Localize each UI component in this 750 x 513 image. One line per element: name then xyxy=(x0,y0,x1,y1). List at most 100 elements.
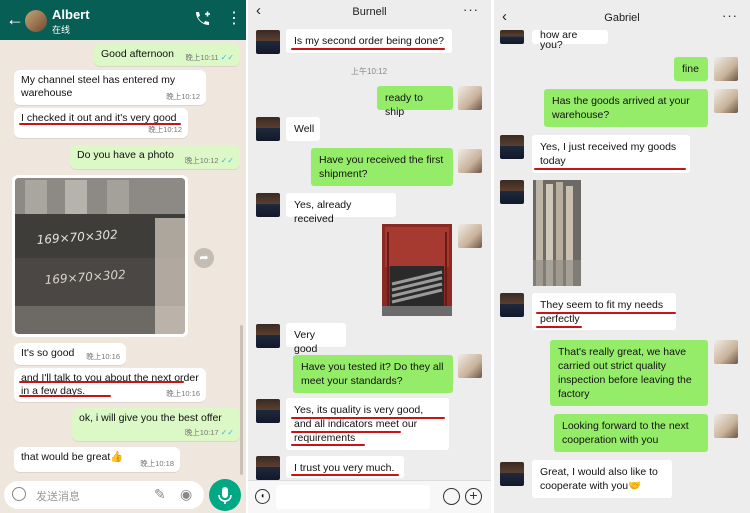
plus-icon[interactable]: + xyxy=(465,488,482,505)
input-bar: ◖ + xyxy=(248,480,491,513)
message-bubble: Very good xyxy=(286,323,346,355)
goods-photo[interactable] xyxy=(533,180,581,286)
photo-message[interactable]: 169×70×302 169×70×302 xyxy=(12,175,188,337)
wechat-chat-panel-burnell: ‹ Burnell ··· Is my second order being d… xyxy=(248,0,491,513)
highlight-underline xyxy=(534,168,686,170)
input-placeholder: 发送消息 xyxy=(36,491,80,503)
chat-header: ‹ Gabriel ··· xyxy=(494,0,750,30)
avatar[interactable] xyxy=(500,180,524,204)
avatar[interactable] xyxy=(256,193,280,217)
message-bubble: That's really great, we have carried out… xyxy=(550,340,708,406)
avatar[interactable] xyxy=(500,30,524,44)
message-bubble: Have you received the first shipment? xyxy=(311,148,453,186)
message-bubble: Good afternoon 晚上10:11 ✓✓ xyxy=(94,44,240,66)
highlight-underline xyxy=(291,48,445,50)
avatar[interactable] xyxy=(256,456,280,480)
chat-title: Gabriel xyxy=(604,12,640,24)
avatar[interactable] xyxy=(25,10,47,32)
message-bubble: Has the goods arrived at your warehouse? xyxy=(544,89,708,127)
avatar[interactable] xyxy=(500,135,524,159)
message-bubble: Well xyxy=(286,117,320,141)
wechat-chat-panel-gabriel: ‹ Gabriel ··· how are you? fine Has the … xyxy=(494,0,750,513)
avatar[interactable] xyxy=(256,399,280,423)
more-menu-icon[interactable]: ⋮ xyxy=(226,11,242,27)
message-text: It's so good xyxy=(21,347,75,359)
message-bubble: It's so good 晚上10:16 xyxy=(14,343,126,365)
steel-photo[interactable]: 169×70×302 169×70×302 xyxy=(15,178,185,334)
message-bubble: ready to ship xyxy=(377,86,453,118)
avatar[interactable] xyxy=(714,414,738,438)
avatar[interactable] xyxy=(714,57,738,81)
message-bubble: Looking forward to the next cooperation … xyxy=(554,414,708,452)
message-bubble: how are you? xyxy=(532,30,608,50)
timestamp: 上午10:12 xyxy=(351,67,388,76)
message-text: Do you have a photo xyxy=(77,149,174,161)
highlight-underline xyxy=(19,381,184,383)
read-receipt-icon: ✓✓ xyxy=(220,156,234,165)
message-bubble: Do you have a photo 晚上10:12 ✓✓ xyxy=(70,145,240,169)
message-input[interactable]: 发送消息 ✎ ◉ xyxy=(4,481,204,509)
message-time: 晚上10:17 ✓✓ xyxy=(184,428,234,437)
message-text: ok, i will give you the best offer xyxy=(79,412,222,424)
avatar[interactable] xyxy=(256,324,280,348)
scrollbar[interactable] xyxy=(240,325,243,475)
message-text: My channel steel has entered my warehous… xyxy=(21,74,176,99)
avatar[interactable] xyxy=(500,462,524,486)
message-bubble: that would be great👍 晚上10:18 xyxy=(14,447,180,472)
message-input[interactable] xyxy=(276,485,430,509)
avatar[interactable] xyxy=(458,149,482,173)
read-receipt-icon: ✓✓ xyxy=(220,53,234,62)
contact-name[interactable]: Albert xyxy=(52,7,90,22)
chat-title: Burnell xyxy=(352,6,387,18)
highlight-underline xyxy=(291,431,401,433)
highlight-underline xyxy=(19,395,111,397)
message-time: 晚上10:16 xyxy=(166,389,200,398)
chat-header: ← Albert 在线 ⋮ xyxy=(0,0,246,40)
avatar[interactable] xyxy=(500,293,524,317)
highlight-underline xyxy=(19,123,181,125)
message-text: Good afternoon xyxy=(101,48,174,60)
message-bubble: ok, i will give you the best offer 晚上10:… xyxy=(72,408,240,441)
highlight-underline xyxy=(536,312,676,314)
message-bubble: Great, I would also like to cooperate wi… xyxy=(532,460,672,498)
highlight-underline xyxy=(536,326,582,328)
forward-icon[interactable]: ➦ xyxy=(194,248,214,268)
mic-icon xyxy=(218,487,232,504)
message-time: 晚上10:12 ✓✓ xyxy=(184,156,234,165)
shipment-photo[interactable] xyxy=(382,224,452,316)
voice-icon[interactable]: ◖ xyxy=(255,489,270,504)
avatar[interactable] xyxy=(458,354,482,378)
message-bubble: Have you tested it? Do they all meet you… xyxy=(293,355,453,393)
message-bubble: fine xyxy=(674,57,708,81)
highlight-underline xyxy=(291,474,399,476)
message-bubble: My channel steel has entered my warehous… xyxy=(14,70,206,105)
avatar[interactable] xyxy=(256,30,280,54)
more-icon[interactable]: ··· xyxy=(463,2,479,17)
online-status: 在线 xyxy=(52,25,71,35)
highlight-underline xyxy=(291,444,365,446)
back-arrow-icon[interactable]: ← xyxy=(6,9,24,29)
avatar[interactable] xyxy=(458,224,482,248)
attach-icon[interactable]: ✎ xyxy=(154,486,166,503)
message-time: 晚上10:18 xyxy=(140,459,174,468)
emoji-icon[interactable] xyxy=(443,488,460,505)
avatar[interactable] xyxy=(714,340,738,364)
message-bubble: Yes, its quality is very good, and all i… xyxy=(286,398,449,450)
read-receipt-icon: ✓✓ xyxy=(220,428,234,437)
message-text: that would be great👍 xyxy=(21,451,124,463)
message-bubble: Yes, already received xyxy=(286,193,396,225)
more-icon[interactable]: ··· xyxy=(722,8,738,23)
message-time: 晚上10:11 ✓✓ xyxy=(185,53,234,62)
highlight-underline xyxy=(291,417,445,419)
message-time: 晚上10:16 xyxy=(86,352,120,361)
whatsapp-chat-panel: ← Albert 在线 ⋮ Good afternoon 晚上10:11 ✓✓ M… xyxy=(0,0,246,513)
avatar[interactable] xyxy=(458,86,482,110)
camera-icon[interactable]: ◉ xyxy=(180,486,192,503)
avatar[interactable] xyxy=(714,89,738,113)
mic-button[interactable] xyxy=(209,479,241,511)
message-time: 晚上10:12 xyxy=(166,92,200,101)
add-call-icon[interactable] xyxy=(193,10,211,28)
chat-header: ‹ Burnell ··· xyxy=(248,0,491,24)
emoji-icon[interactable] xyxy=(12,487,26,501)
avatar[interactable] xyxy=(256,117,280,141)
